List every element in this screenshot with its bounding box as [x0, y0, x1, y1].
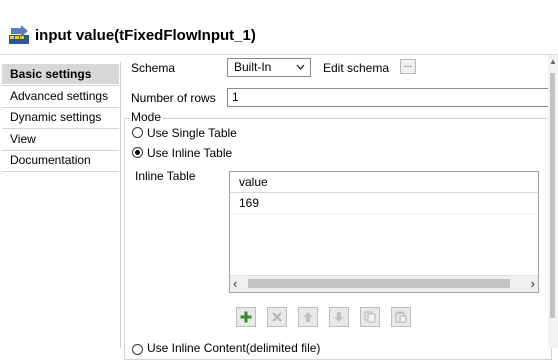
arrow-up-icon — [303, 312, 313, 322]
delete-icon — [272, 312, 282, 322]
chevron-up-icon[interactable]: ▲ — [549, 57, 557, 66]
component-header: input value(tFixedFlowInput_1) — [0, 0, 558, 56]
schema-select[interactable]: Built-In — [227, 58, 311, 77]
edit-schema-label: Edit schema — [323, 61, 390, 75]
arrow-down-icon — [334, 312, 344, 322]
rows-label: Number of rows — [131, 91, 216, 105]
schema-select-value: Built-In — [234, 60, 272, 74]
radio-inline-content-label[interactable]: Use Inline Content(delimited file) — [147, 341, 320, 355]
scrollbar-thumb[interactable] — [550, 73, 555, 318]
chevron-left-icon[interactable]: ‹ — [233, 276, 237, 292]
move-down-button[interactable] — [329, 307, 349, 327]
sidebar-item-basic-settings[interactable]: Basic settings — [2, 64, 119, 84]
table-header: value — [230, 172, 538, 193]
chevron-right-icon[interactable]: › — [531, 276, 535, 292]
schema-label: Schema — [131, 61, 176, 75]
sidebar-item-advanced-settings[interactable]: Advanced settings — [2, 86, 119, 106]
basic-settings-panel: Schema Built-In Edit schema ... Number o… — [121, 55, 558, 360]
radio-inline-content[interactable] — [132, 344, 143, 355]
table-row[interactable]: 169 — [230, 193, 538, 214]
settings-sidebar: Basic settings Advanced settings Dynamic… — [0, 62, 121, 348]
component-icon — [9, 25, 29, 44]
radio-inline-table[interactable] — [132, 147, 143, 158]
copy-icon — [364, 311, 376, 323]
rows-input[interactable]: 1 — [227, 88, 550, 107]
inline-table-label: Inline Table — [135, 169, 196, 183]
plus-icon — [240, 311, 252, 323]
horizontal-scrollbar[interactable]: ‹ › — [230, 275, 538, 292]
scrollbar-thumb[interactable] — [248, 279, 510, 288]
sidebar-item-documentation[interactable]: Documentation — [2, 150, 119, 170]
sidebar-divider — [2, 171, 119, 172]
inline-table: value 169 ‹ › — [229, 171, 539, 293]
mode-legend: Mode — [130, 110, 163, 124]
radio-single-table[interactable] — [132, 127, 143, 138]
edit-schema-button[interactable]: ... — [400, 59, 416, 74]
sidebar-item-dynamic-settings[interactable]: Dynamic settings — [2, 107, 119, 127]
radio-inline-table-label[interactable]: Use Inline Table — [147, 146, 232, 160]
vertical-scrollbar[interactable]: ▲ — [548, 55, 558, 348]
add-row-button[interactable] — [236, 307, 256, 327]
radio-single-table-label[interactable]: Use Single Table — [147, 126, 237, 140]
delete-row-button[interactable] — [267, 307, 287, 327]
paste-button[interactable] — [391, 307, 411, 327]
component-title: input value(tFixedFlowInput_1) — [35, 27, 256, 44]
table-cell[interactable]: 169 — [239, 196, 259, 210]
sidebar-item-view[interactable]: View — [2, 129, 119, 149]
copy-button[interactable] — [360, 307, 380, 327]
paste-icon — [395, 311, 407, 323]
column-header-value[interactable]: value — [239, 175, 268, 189]
move-up-button[interactable] — [298, 307, 318, 327]
chevron-down-icon — [296, 64, 305, 70]
